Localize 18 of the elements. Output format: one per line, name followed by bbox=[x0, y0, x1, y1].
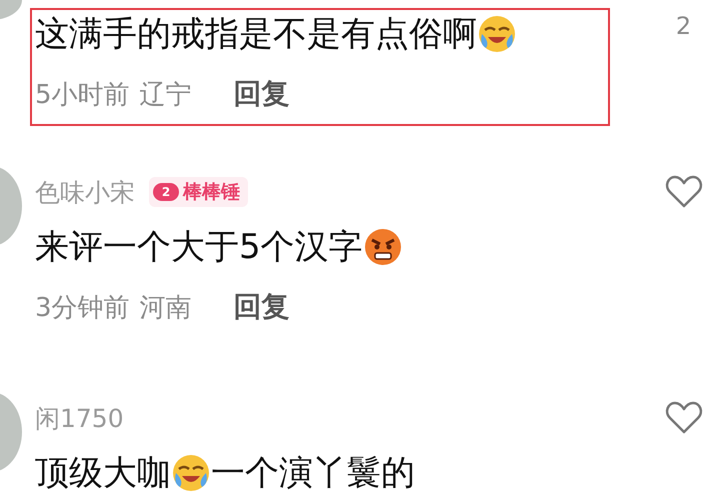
reply-button[interactable]: 回复 bbox=[234, 75, 290, 113]
comment-time: 3分钟前 bbox=[35, 292, 130, 324]
comment-text: 顶级大咖 bbox=[35, 452, 171, 495]
heart-icon[interactable] bbox=[664, 175, 702, 209]
comment-location: 河南 bbox=[140, 292, 192, 324]
comment-text: 来评一个大于5个汉字 bbox=[35, 226, 363, 269]
heart-icon[interactable] bbox=[664, 401, 702, 435]
crying-emoji-icon bbox=[477, 14, 517, 54]
like-count: 2 bbox=[676, 12, 692, 40]
crying-emoji-icon bbox=[171, 453, 211, 493]
comment-location: 辽宁 bbox=[140, 78, 192, 112]
badge-level: 2 bbox=[153, 183, 179, 201]
comment-text: 一个演丫鬟的 bbox=[211, 452, 415, 495]
comment-text: 这满手的戒指是不是有点俗啊 bbox=[35, 13, 477, 56]
comment-time: 5小时前 bbox=[35, 78, 130, 112]
reply-button[interactable]: 回复 bbox=[234, 288, 290, 326]
badge-label: 棒棒锤 bbox=[183, 180, 240, 205]
angry-emoji-icon bbox=[362, 227, 403, 267]
